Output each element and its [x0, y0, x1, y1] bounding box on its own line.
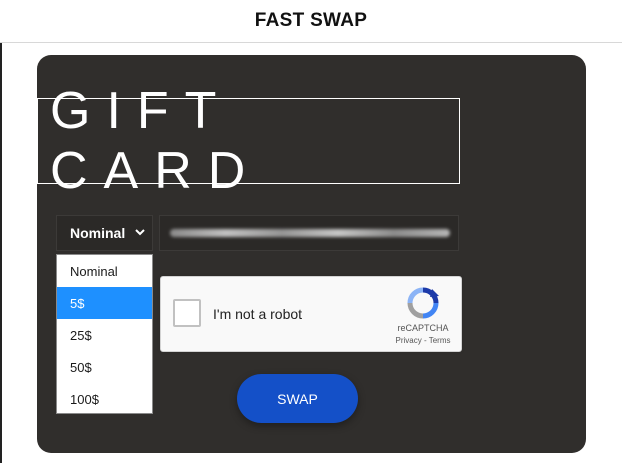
- chevron-down-icon: [135, 229, 145, 236]
- recaptcha-link-separator: -: [421, 336, 429, 345]
- gift-card-title: GIFT CARD: [37, 82, 460, 200]
- recaptcha-checkbox[interactable]: [173, 299, 201, 327]
- site-title: FAST SWAP: [254, 10, 368, 31]
- blurred-code-value: [170, 229, 450, 237]
- nominal-select-value: Nominal: [70, 225, 126, 241]
- left-border: [0, 43, 2, 463]
- recaptcha-brand: reCAPTCHA: [397, 323, 449, 333]
- option-5[interactable]: 5$: [57, 287, 152, 319]
- option-nominal[interactable]: Nominal: [57, 255, 152, 287]
- gift-code-input[interactable]: [159, 215, 459, 251]
- recaptcha-privacy-link[interactable]: Privacy: [396, 336, 422, 345]
- swap-button[interactable]: SWAP: [237, 374, 358, 423]
- recaptcha-logo-icon: [407, 287, 439, 319]
- recaptcha-widget: I'm not a robot reCAPTCHA Privacy - Term…: [160, 276, 462, 352]
- nominal-dropdown-list: Nominal 5$ 25$ 50$ 100$: [56, 254, 153, 414]
- recaptcha-label: I'm not a robot: [213, 306, 303, 322]
- option-100[interactable]: 100$: [57, 383, 152, 415]
- option-25[interactable]: 25$: [57, 319, 152, 351]
- recaptcha-links: Privacy - Terms: [391, 336, 455, 345]
- option-50[interactable]: 50$: [57, 351, 152, 383]
- nominal-select[interactable]: Nominal: [56, 215, 153, 251]
- top-bar: FAST SWAP: [0, 0, 622, 43]
- recaptcha-terms-link[interactable]: Terms: [429, 336, 451, 345]
